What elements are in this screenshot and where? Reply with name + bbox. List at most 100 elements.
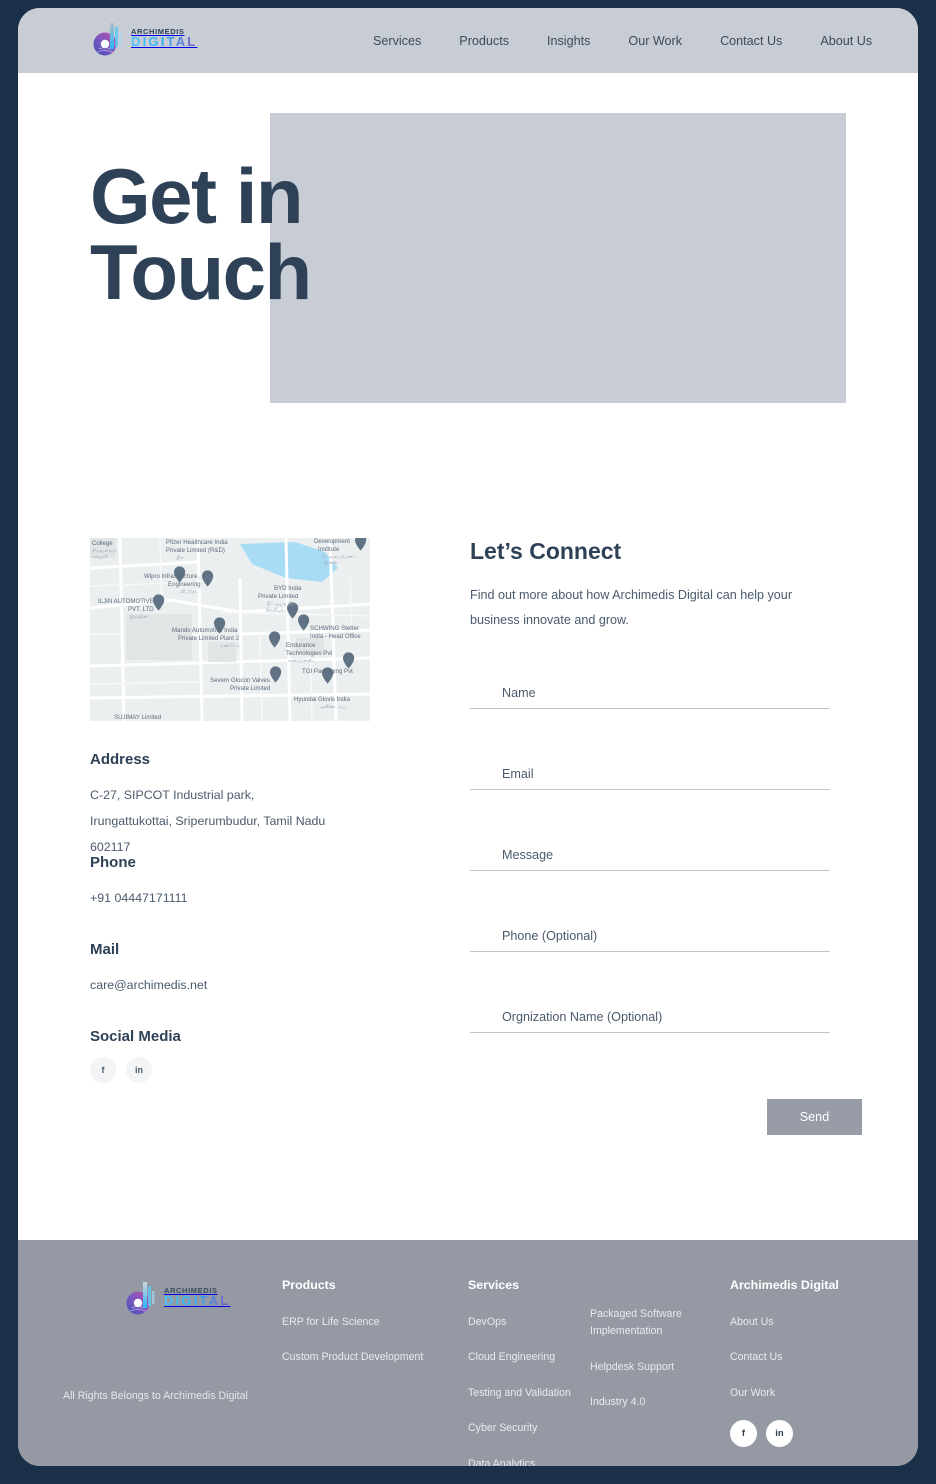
footer-link-data-analytics[interactable]: Data Analytics <box>468 1456 590 1466</box>
svg-text:Hyundai Glovis India: Hyundai Glovis India <box>294 696 350 703</box>
address-block: Address C-27, SIPCOT Industrial park, Ir… <box>90 751 372 860</box>
footer-brand-logo[interactable]: ARCHIMEDIS DIGITAL <box>126 1278 282 1316</box>
site-footer: ARCHIMEDIS DIGITAL All Rights Belongs to… <box>18 1240 918 1466</box>
linkedin-icon[interactable]: in <box>766 1420 793 1448</box>
field-email-wrap <box>470 767 862 791</box>
footer-link-devops[interactable]: DevOps <box>468 1314 590 1331</box>
svg-text:Mando Automotive India: Mando Automotive India <box>172 627 238 634</box>
svg-text:College: College <box>92 540 113 547</box>
footer-link-helpdesk-support[interactable]: Helpdesk Support <box>590 1359 730 1376</box>
footer-heading-company: Archimedis Digital <box>730 1278 839 1292</box>
footer-brand-wordmark: ARCHIMEDIS DIGITAL <box>164 1287 230 1308</box>
facebook-icon[interactable]: f <box>730 1420 757 1448</box>
facebook-icon[interactable]: f <box>90 1057 116 1084</box>
brand-logo[interactable]: ARCHIMEDIS DIGITAL <box>93 19 197 57</box>
footer-link-about-us[interactable]: About Us <box>730 1314 880 1331</box>
footer-link-erp-life-science[interactable]: ERP for Life Science <box>282 1314 468 1331</box>
send-row: Send <box>470 1099 862 1136</box>
send-button[interactable]: Send <box>767 1099 862 1136</box>
footer-brand-name-bottom: DIGITAL <box>164 1293 231 1309</box>
footer-column-services-continued: Packaged Software Implementation Helpdes… <box>590 1278 730 1466</box>
name-input[interactable] <box>470 686 830 710</box>
nav-item-services[interactable]: Services <box>373 34 421 48</box>
contact-form: Send <box>470 686 862 1136</box>
svg-text:Private Limited Plant 2: Private Limited Plant 2 <box>178 635 240 642</box>
footer-link-contact-us[interactable]: Contact Us <box>730 1349 880 1366</box>
contact-section: College Pfizer Healthcare India Private … <box>18 443 918 1136</box>
footer-column-services: Services DevOps Cloud Engineering Testin… <box>468 1278 590 1466</box>
svg-text:Institute: Institute <box>318 546 340 553</box>
footer-column-products: Products ERP for Life Science Custom Pro… <box>282 1278 468 1466</box>
svg-text:Endurance: Endurance <box>286 642 316 649</box>
svg-text:Pfizer Healthcare India: Pfizer Healthcare India <box>166 539 228 546</box>
field-message-wrap <box>470 848 862 872</box>
brand-name-bottom: DIGITAL <box>131 34 198 50</box>
svg-text:விப்ரோ..: விப்ரோ.. <box>180 589 199 594</box>
svg-text:டெவலப்மென்ட்: டெவலப்மென்ட் <box>322 554 357 559</box>
nav-item-products[interactable]: Products <box>459 34 509 48</box>
svg-text:Severn Glocon Valves: Severn Glocon Valves <box>210 677 270 684</box>
nav-item-about-us[interactable]: About Us <box>820 34 872 48</box>
field-organization-wrap <box>470 1010 862 1034</box>
svg-text:Private Limited: Private Limited <box>230 685 270 692</box>
contact-info-column: College Pfizer Healthcare India Private … <box>90 538 372 1135</box>
hero-section: Get in Touch <box>18 73 918 443</box>
footer-social-row: f in <box>730 1420 880 1448</box>
contact-form-column: Let’s Connect Find out more about how Ar… <box>470 538 862 1136</box>
footer-copyright: All Rights Belongs to Archimedis Digital <box>63 1390 248 1402</box>
svg-text:PVT. LTD: PVT. LTD <box>128 606 154 613</box>
nav-item-contact-us[interactable]: Contact Us <box>720 34 782 48</box>
main-nav: Services Products Insights Our Work Cont… <box>373 34 872 48</box>
svg-text:BYD India: BYD India <box>274 585 302 592</box>
archimedis-logo-icon <box>126 1282 155 1315</box>
footer-link-our-work[interactable]: Our Work <box>730 1385 880 1402</box>
svg-text:ILJIN AUTOMOTIVE: ILJIN AUTOMOTIVE <box>98 598 154 605</box>
svg-text:ஹூண்டாய்..: ஹூண்டாய்.. <box>320 704 348 709</box>
svg-text:TGI Packaging Pvt: TGI Packaging Pvt <box>302 668 353 675</box>
svg-text:பிஎ..: பிஎ.. <box>176 555 186 560</box>
archimedis-logo-icon <box>93 23 122 56</box>
field-name-wrap <box>470 686 862 710</box>
footer-link-cyber-security[interactable]: Cyber Security <box>468 1420 590 1437</box>
footer-link-custom-product-development[interactable]: Custom Product Development <box>282 1349 468 1366</box>
address-line-2: Irungattukottai, Sriperumbudur, Tamil Na… <box>90 814 326 829</box>
map-graphic: College Pfizer Healthcare India Private … <box>90 538 370 721</box>
field-phone-wrap <box>470 929 862 953</box>
footer-link-industry-4-0[interactable]: Industry 4.0 <box>590 1394 730 1411</box>
address-heading: Address <box>90 751 151 768</box>
footer-link-cloud-engineering[interactable]: Cloud Engineering <box>468 1349 590 1366</box>
svg-text:Development: Development <box>314 538 350 545</box>
phone-value[interactable]: +91 04447171111 <box>90 885 372 911</box>
svg-text:Wipro Infrastructure: Wipro Infrastructure <box>144 573 198 580</box>
map-thumbnail[interactable]: College Pfizer Healthcare India Private … <box>90 538 370 721</box>
nav-item-our-work[interactable]: Our Work <box>628 34 682 48</box>
email-input[interactable] <box>470 767 830 791</box>
social-media-heading: Social Media <box>90 1028 181 1046</box>
page-title: Get in Touch <box>90 152 312 317</box>
page-surface: ARCHIMEDIS DIGITAL Services Products Ins… <box>18 8 918 1466</box>
footer-column-company: Archimedis Digital About Us Contact Us O… <box>730 1278 880 1466</box>
message-input[interactable] <box>470 848 830 872</box>
mail-value[interactable]: care@archimedis.net <box>90 972 372 998</box>
footer-link-testing-and-validation[interactable]: Testing and Validation <box>468 1385 590 1402</box>
svg-text:SUJIMAY Limited: SUJIMAY Limited <box>114 714 161 721</box>
organization-input[interactable] <box>470 1010 830 1034</box>
mail-heading: Mail <box>90 941 120 959</box>
svg-text:Private Limited (R&D): Private Limited (R&D) <box>166 547 225 554</box>
svg-text:Private Limited: Private Limited <box>258 593 298 600</box>
svg-text:Engineering: Engineering <box>168 581 201 588</box>
footer-brand-column: ARCHIMEDIS DIGITAL All Rights Belongs to… <box>60 1278 282 1466</box>
linkedin-icon[interactable]: in <box>126 1057 152 1084</box>
form-subtitle: Find out more about how Archimedis Digit… <box>470 588 793 627</box>
site-header: ARCHIMEDIS DIGITAL Services Products Ins… <box>18 8 918 73</box>
footer-heading-products: Products <box>282 1278 336 1292</box>
footer-link-packaged-software-implementation[interactable]: Packaged Software Implementation <box>590 1306 730 1341</box>
address-line-1: C-27, SIPCOT Industrial park, <box>90 788 255 802</box>
social-media-row: f in <box>90 1057 372 1084</box>
browser-frame: ARCHIMEDIS DIGITAL Services Products Ins… <box>0 0 936 1484</box>
svg-text:SCHWING Stetter: SCHWING Stetter <box>310 625 359 632</box>
phone-heading: Phone <box>90 854 136 872</box>
nav-item-insights[interactable]: Insights <box>547 34 590 48</box>
brand-wordmark: ARCHIMEDIS DIGITAL <box>131 28 197 49</box>
phone-input[interactable] <box>470 929 830 953</box>
